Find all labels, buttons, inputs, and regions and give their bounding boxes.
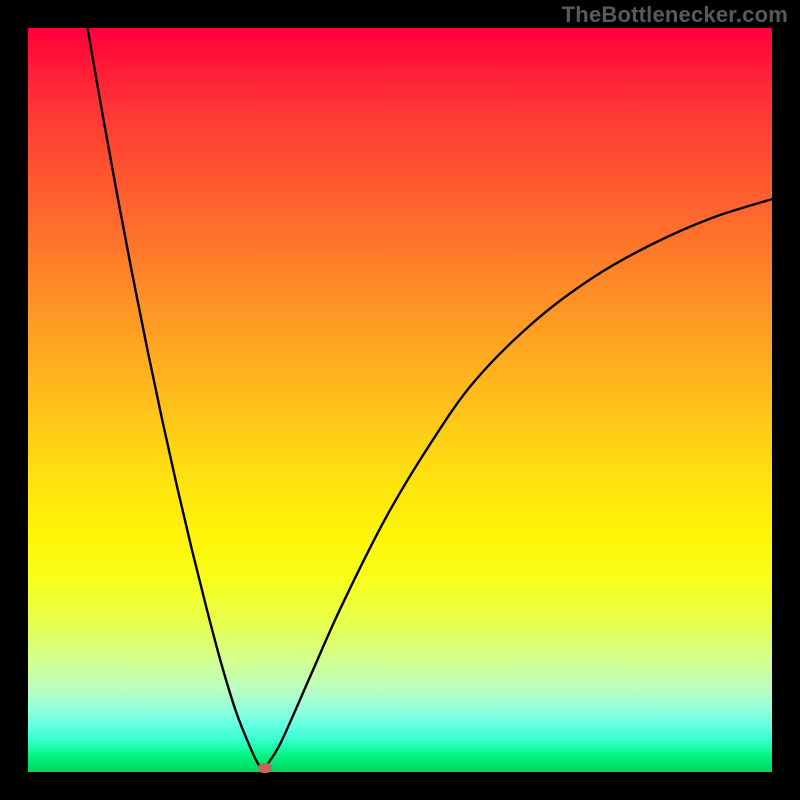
minimum-marker-icon: [258, 763, 272, 773]
chart-frame: TheBottlenecker.com: [0, 0, 800, 800]
curve-path: [88, 28, 772, 769]
watermark-text: TheBottlenecker.com: [562, 2, 788, 28]
gradient-plot-area: [28, 28, 772, 772]
bottleneck-curve: [28, 28, 772, 772]
